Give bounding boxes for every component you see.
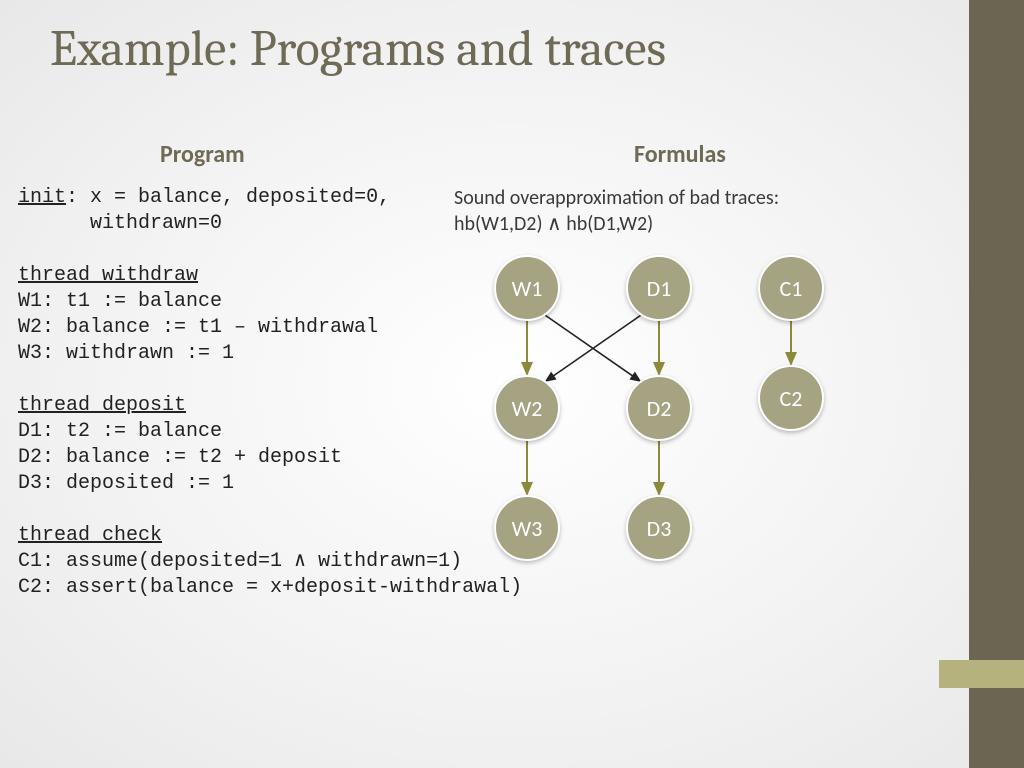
- node-w2: W2: [494, 375, 560, 441]
- node-d2: D2: [626, 375, 692, 441]
- node-c2: C2: [758, 365, 824, 431]
- trace-graph: W1 W2 W3 D1 D2 D3 C1 C2: [454, 255, 954, 615]
- node-c1: C1: [758, 255, 824, 321]
- slide-title: Example: Programs and traces: [50, 20, 666, 78]
- slide-sidebar: [969, 0, 1024, 768]
- formulas-text: Sound overapproximation of bad traces: h…: [454, 185, 779, 237]
- heading-formulas: Formulas: [634, 140, 726, 169]
- node-d3: D3: [626, 495, 692, 561]
- node-w3: W3: [494, 495, 560, 561]
- slide-sidebar-accent: [939, 660, 1024, 688]
- node-d1: D1: [626, 255, 692, 321]
- program-code: init: x = balance, deposited=0, withdraw…: [18, 185, 522, 601]
- node-w1: W1: [494, 255, 560, 321]
- heading-program: Program: [160, 140, 245, 169]
